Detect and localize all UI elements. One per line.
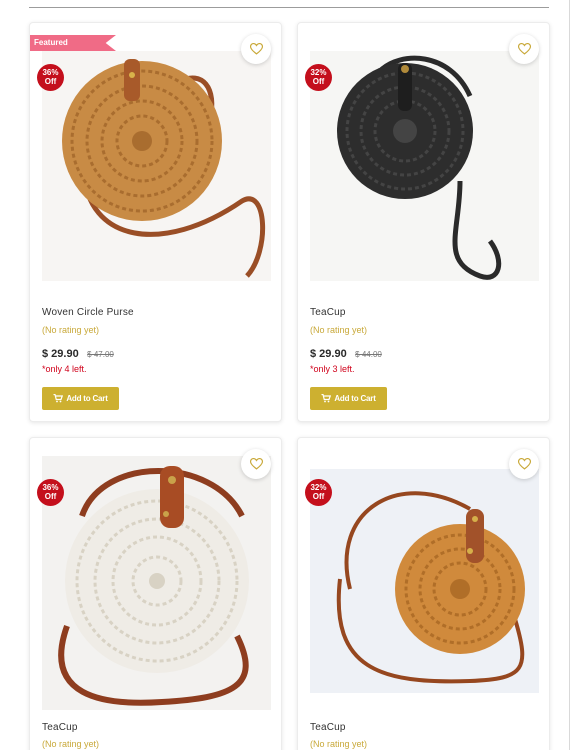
discount-percent: 36% [42,68,59,77]
price-row: $ 29.90 $ 47.00 [42,344,114,362]
stock-notice: *only 4 left. [42,364,87,374]
add-to-cart-label: Add to Cart [66,394,108,403]
discount-percent: 32% [310,68,327,77]
add-to-cart-button[interactable]: Add to Cart [310,387,387,410]
product-card[interactable]: 32% Off TeaCup (No rating yet) [297,437,550,750]
product-card[interactable]: Featured 36% Off Woven Circle Purse (No … [29,22,282,422]
product-rating: (No rating yet) [310,739,368,749]
product-name[interactable]: TeaCup [42,722,78,733]
shopping-cart-icon [53,394,64,403]
orange-rattan-bag-photo [310,469,539,693]
product-name[interactable]: Woven Circle Purse [42,307,134,318]
original-price: $ 44.00 [355,350,382,359]
top-divider [29,7,549,8]
discount-percent: 36% [42,483,59,492]
product-price: $ 29.90 [310,348,347,360]
stock-notice: *only 3 left. [310,364,355,374]
product-card[interactable]: 32% Off TeaCup (No rating yet) $ 29.90 $… [297,22,550,422]
white-rattan-bag-photo [42,456,271,710]
heart-outline-icon [249,458,263,470]
discount-word: Off [44,77,57,86]
product-image[interactable] [310,51,539,281]
page-edge-divider [569,0,570,750]
add-to-cart-button[interactable]: Add to Cart [42,387,119,410]
product-name[interactable]: TeaCup [310,722,346,733]
wishlist-button[interactable] [241,449,271,479]
wishlist-button[interactable] [509,449,539,479]
product-image[interactable] [42,456,271,710]
wishlist-button[interactable] [241,34,271,64]
discount-percent: 32% [310,483,327,492]
discount-word: Off [312,77,325,86]
featured-ribbon: Featured [30,35,116,51]
product-price: $ 29.90 [42,348,79,360]
shopping-cart-icon [321,394,332,403]
black-rattan-bag-photo [310,51,539,281]
discount-badge: 32% Off [305,64,332,91]
product-rating: (No rating yet) [42,739,100,749]
product-image[interactable] [42,51,271,281]
heart-outline-icon [249,43,263,55]
wishlist-button[interactable] [509,34,539,64]
discount-word: Off [44,492,57,501]
heart-outline-icon [517,43,531,55]
discount-badge: 32% Off [305,479,332,506]
product-image[interactable] [310,469,539,693]
original-price: $ 47.00 [87,350,114,359]
product-card[interactable]: 36% Off TeaCup (No rating yet) [29,437,282,750]
discount-badge: 36% Off [37,479,64,506]
add-to-cart-label: Add to Cart [334,394,376,403]
product-name[interactable]: TeaCup [310,307,346,318]
product-rating: (No rating yet) [42,325,100,335]
product-rating: (No rating yet) [310,325,368,335]
price-row: $ 29.90 $ 44.00 [310,344,382,362]
heart-outline-icon [517,458,531,470]
tan-rattan-bag-photo [42,51,271,281]
discount-badge: 36% Off [37,64,64,91]
discount-word: Off [312,492,325,501]
